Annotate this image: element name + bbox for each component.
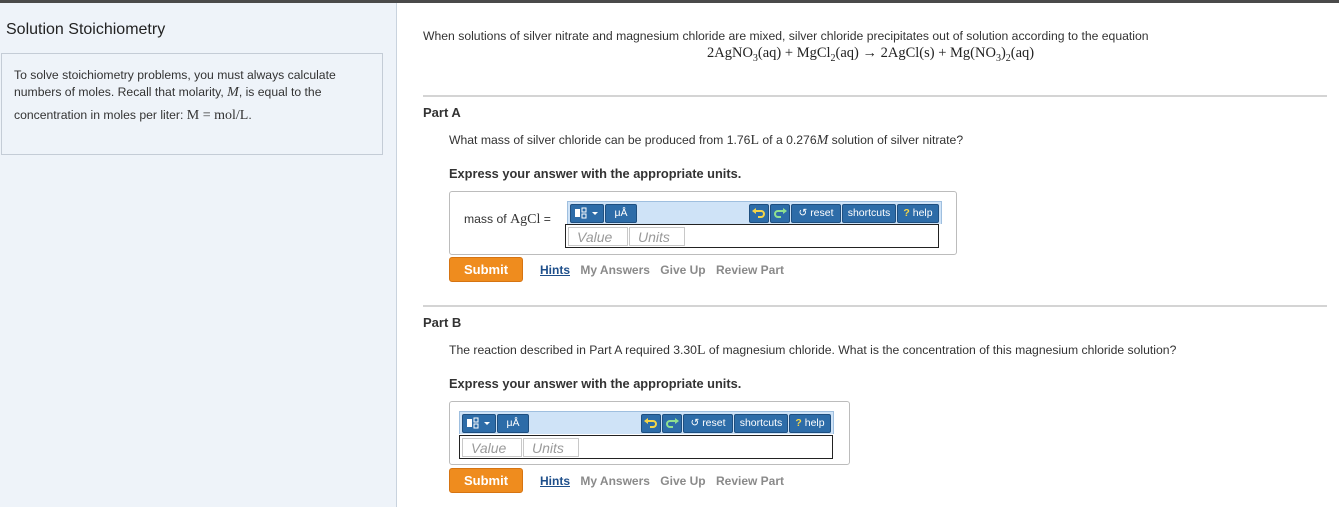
answer-input-row: Value Units: [459, 435, 833, 459]
hints-link[interactable]: Hints: [540, 263, 570, 277]
hints-link[interactable]: Hints: [540, 474, 570, 488]
give-up-link[interactable]: Give Up: [660, 474, 705, 488]
hint-text: To solve stoichiometry problems, you mus…: [14, 68, 336, 123]
submit-button[interactable]: Submit: [449, 468, 523, 493]
math-toolbar: μÅ ↺ reset shortcuts ? help: [459, 411, 834, 434]
units-icon: μÅ: [614, 207, 628, 219]
part-b-answer-box: μÅ ↺ reset shortcuts ? help Value Units: [449, 401, 850, 465]
templates-icon: [467, 417, 490, 429]
reset-button[interactable]: ↺ reset: [791, 204, 841, 223]
divider: [423, 305, 1327, 307]
answer-input-row: Value Units: [565, 224, 939, 248]
redo-icon: [666, 418, 679, 428]
shortcuts-button[interactable]: shortcuts: [734, 414, 788, 433]
reset-button[interactable]: ↺ reset: [683, 414, 733, 433]
redo-button[interactable]: [662, 414, 682, 433]
submit-button[interactable]: Submit: [449, 257, 523, 282]
part-a-instruction: Express your answer with the appropriate…: [449, 166, 742, 181]
my-answers-link[interactable]: My Answers: [580, 474, 650, 488]
undo-icon: [752, 208, 765, 218]
molarity-formula: M = mol/L: [186, 108, 249, 123]
undo-button[interactable]: [749, 204, 769, 223]
part-b-links: Hints My Answers Give Up Review Part: [540, 474, 791, 488]
value-input[interactable]: Value: [462, 438, 522, 457]
help-icon: ?: [903, 207, 910, 219]
molarity-symbol: M: [227, 84, 239, 100]
redo-icon: [774, 208, 787, 218]
give-up-link[interactable]: Give Up: [660, 263, 705, 277]
main-content: When solutions of silver nitrate and mag…: [397, 3, 1339, 507]
part-b-question: The reaction described in Part A require…: [449, 343, 1177, 358]
help-icon: ?: [795, 417, 802, 429]
part-a-answer-box: mass of AgCl = μÅ ↺ reset shortcuts ? he…: [449, 191, 957, 255]
units-icon: μÅ: [506, 417, 520, 429]
units-button[interactable]: μÅ: [605, 204, 637, 223]
units-input[interactable]: Units: [523, 438, 579, 457]
hint-line-1: To solve stoichiometry problems, you mus…: [14, 68, 336, 82]
part-a-question: What mass of silver chloride can be prod…: [449, 133, 964, 148]
units-button[interactable]: μÅ: [497, 414, 529, 433]
problem-intro: When solutions of silver nitrate and mag…: [423, 29, 1149, 43]
units-input[interactable]: Units: [629, 227, 685, 246]
part-b-instruction: Express your answer with the appropriate…: [449, 376, 742, 391]
my-answers-link[interactable]: My Answers: [580, 263, 650, 277]
chemical-equation: 2AgNO3(aq) + MgCl2(aq) → 2AgCl(s) + Mg(N…: [707, 45, 1035, 64]
undo-button[interactable]: [641, 414, 661, 433]
shortcuts-button[interactable]: shortcuts: [842, 204, 896, 223]
redo-button[interactable]: [770, 204, 790, 223]
templates-button[interactable]: [570, 204, 604, 223]
templates-icon: [575, 207, 598, 219]
sidebar-title: Solution Stoichiometry: [6, 21, 166, 38]
part-a-label: Part A: [423, 105, 461, 120]
help-button[interactable]: ? help: [897, 204, 939, 223]
answer-label: mass of AgCl =: [464, 212, 551, 227]
review-part-link[interactable]: Review Part: [716, 263, 784, 277]
templates-button[interactable]: [462, 414, 496, 433]
value-input[interactable]: Value: [568, 227, 628, 246]
hint-box: To solve stoichiometry problems, you mus…: [1, 53, 383, 155]
undo-icon: [644, 418, 657, 428]
help-button[interactable]: ? help: [789, 414, 831, 433]
review-part-link[interactable]: Review Part: [716, 474, 784, 488]
divider: [423, 95, 1327, 97]
math-toolbar: μÅ ↺ reset shortcuts ? help: [567, 201, 942, 224]
sidebar: Solution Stoichiometry To solve stoichio…: [0, 3, 397, 507]
part-a-links: Hints My Answers Give Up Review Part: [540, 263, 791, 277]
part-b-label: Part B: [423, 315, 462, 330]
